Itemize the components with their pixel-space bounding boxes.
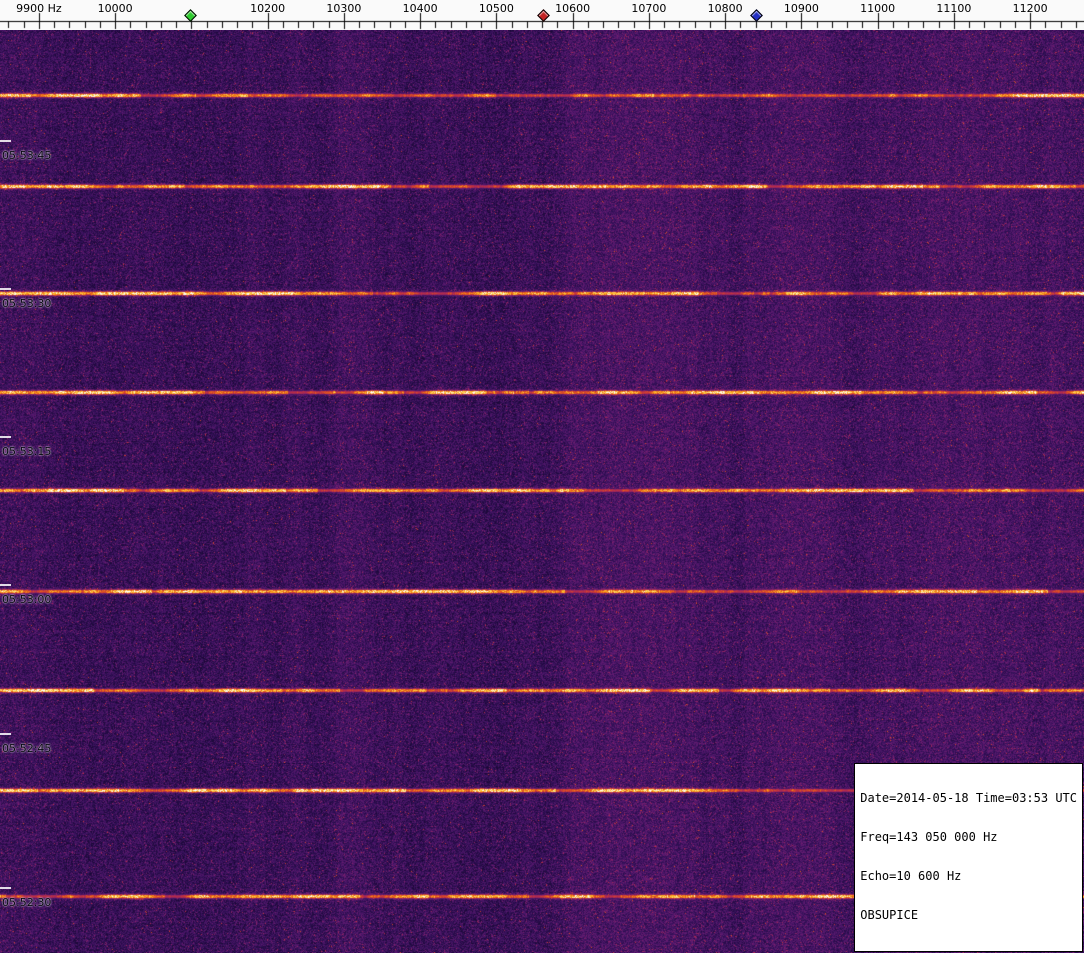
freq-label-11100: 11100 (936, 2, 971, 15)
time-label: 05:53:30 (2, 297, 51, 310)
time-tick (0, 733, 11, 735)
freq-label-10600: 10600 (555, 2, 590, 15)
time-label: 05:52:45 (2, 742, 51, 755)
spectrogram-app: 9900 Hz 10000 10200 10300 10400 10500 10600 107… (0, 0, 1084, 953)
freq-label-10700: 10700 (631, 2, 666, 15)
info-box: Date=2014-05-18 Time=03:53 UTC Freq=143 … (854, 763, 1083, 952)
freq-label-10900: 10900 (784, 2, 819, 15)
freq-label-9900: 9900 Hz (16, 2, 62, 15)
freq-label-10800: 10800 (708, 2, 743, 15)
info-line-freq: Freq=143 050 000 Hz (860, 831, 1077, 844)
freq-label-10300: 10300 (326, 2, 361, 15)
time-label: 05:52:30 (2, 896, 51, 909)
time-tick (0, 140, 11, 142)
freq-label-10500: 10500 (479, 2, 514, 15)
time-label: 05:53:45 (2, 149, 51, 162)
time-label: 05:53:15 (2, 445, 51, 458)
info-line-date: Date=2014-05-18 Time=03:53 UTC (860, 792, 1077, 805)
time-tick (0, 887, 11, 889)
info-line-station: OBSUPICE (860, 909, 1077, 922)
frequency-ruler: 9900 Hz 10000 10200 10300 10400 10500 10600 107… (0, 0, 1084, 30)
freq-label-11000: 11000 (860, 2, 895, 15)
time-tick (0, 436, 11, 438)
freq-label-11200: 11200 (1013, 2, 1048, 15)
time-tick (0, 288, 11, 290)
info-line-echo: Echo=10 600 Hz (860, 870, 1077, 883)
freq-label-10200: 10200 (250, 2, 285, 15)
freq-label-10400: 10400 (403, 2, 438, 15)
time-label: 05:53:00 (2, 593, 51, 606)
freq-label-10000: 10000 (98, 2, 133, 15)
time-tick (0, 584, 11, 586)
